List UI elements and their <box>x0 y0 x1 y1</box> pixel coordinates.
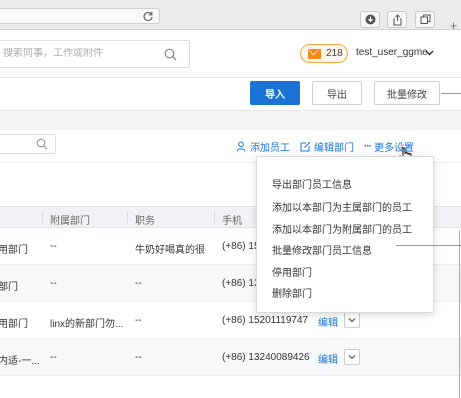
cell-phone: (+86) 13 <box>222 278 260 289</box>
row-edit-link[interactable]: 编辑 <box>318 314 338 329</box>
cell-title: -- <box>135 352 142 363</box>
add-employee-label: 添加员工 <box>250 143 290 154</box>
menu-item-add-secondary-employee[interactable]: 添加以本部门为附属部门的员工 <box>272 221 412 236</box>
browser-toolbar: + <box>0 0 461 32</box>
app-header: 218 test_user_ggme <box>0 30 461 78</box>
table-row[interactable] <box>0 376 461 398</box>
search-icon[interactable] <box>164 48 177 61</box>
action-toolbar: 导入 导出 批量修改 <box>0 78 461 111</box>
more-settings-menu: 导出部门员工信息 添加以本部门为主属部门的员工 添加以本部门为附属部门的员工 批… <box>256 156 434 313</box>
column-separator <box>214 211 215 224</box>
import-button[interactable]: 导入 <box>250 81 300 105</box>
more-dots-icon: ··· <box>364 141 372 152</box>
username[interactable]: test_user_ggme <box>356 47 428 58</box>
cell-dept: 部门 <box>0 282 18 293</box>
chevron-down-icon <box>348 355 356 360</box>
table-row[interactable]: 内适-一... -- -- (+86) 13240089426 编辑 <box>0 339 461 376</box>
cell-title: 牛奶好喝真的很 <box>135 245 205 256</box>
row-edit-link[interactable]: 编辑 <box>318 351 338 366</box>
address-bar[interactable] <box>0 8 160 24</box>
add-employee-link[interactable]: 添加员工 <box>236 139 290 154</box>
chevron-down-icon <box>348 318 356 323</box>
edit-icon <box>300 141 311 152</box>
column-header-sub-dept: 附属部门 <box>50 216 90 227</box>
cell-dept: 用部门 <box>0 319 28 330</box>
global-search[interactable] <box>0 40 190 68</box>
menu-item-delete-dept[interactable]: 删除部门 <box>272 285 312 300</box>
reload-icon[interactable] <box>142 10 154 22</box>
cell-title: -- <box>135 278 142 289</box>
cell-sub-dept: -- <box>50 241 57 252</box>
column-separator <box>42 211 43 224</box>
department-search-input[interactable] <box>0 134 56 154</box>
edit-department-link[interactable]: 编辑部门 <box>300 139 354 154</box>
search-icon[interactable] <box>36 138 48 150</box>
column-header-phone: 手机 <box>222 216 242 227</box>
edit-department-label: 编辑部门 <box>314 143 354 154</box>
batch-edit-button[interactable]: 批量修改 <box>374 81 440 105</box>
row-more-dropdown[interactable] <box>344 349 360 365</box>
share-icon[interactable] <box>387 11 407 28</box>
export-button[interactable]: 导出 <box>312 81 362 105</box>
menu-item-batch-edit-employees[interactable]: 批量修改部门员工信息 <box>272 242 372 257</box>
callout-line <box>441 93 461 94</box>
chevron-down-icon[interactable] <box>425 48 434 57</box>
row-more-dropdown[interactable] <box>344 312 360 328</box>
cell-dept: 用部门 <box>0 245 28 256</box>
cell-dept: 内适-一... <box>0 356 40 367</box>
column-header-title: 职务 <box>135 216 155 227</box>
column-separator <box>127 211 128 224</box>
mail-count: 218 <box>326 48 343 59</box>
download-icon[interactable] <box>360 11 380 28</box>
cell-phone: (+86) 13240089426 <box>222 352 310 363</box>
cell-title: -- <box>135 315 142 326</box>
mail-icon <box>308 48 321 59</box>
tabs-icon[interactable] <box>415 11 435 28</box>
callout-line <box>396 245 461 246</box>
cell-sub-dept: linx的新部门勿... <box>50 319 124 330</box>
menu-item-add-primary-employee[interactable]: 添加以本部门为主属部门的员工 <box>272 199 412 214</box>
cell-phone: (+86) 15201119747 <box>222 315 309 326</box>
cell-sub-dept: -- <box>50 278 57 289</box>
mail-badge[interactable]: 218 <box>300 44 348 63</box>
callout-line <box>459 230 460 398</box>
menu-item-export-dept-employees[interactable]: 导出部门员工信息 <box>272 176 352 191</box>
cell-sub-dept: -- <box>50 352 57 363</box>
page-background <box>0 111 461 130</box>
add-user-icon <box>236 141 246 152</box>
search-input[interactable] <box>3 48 153 59</box>
menu-item-disable-dept[interactable]: 停用部门 <box>272 264 312 279</box>
